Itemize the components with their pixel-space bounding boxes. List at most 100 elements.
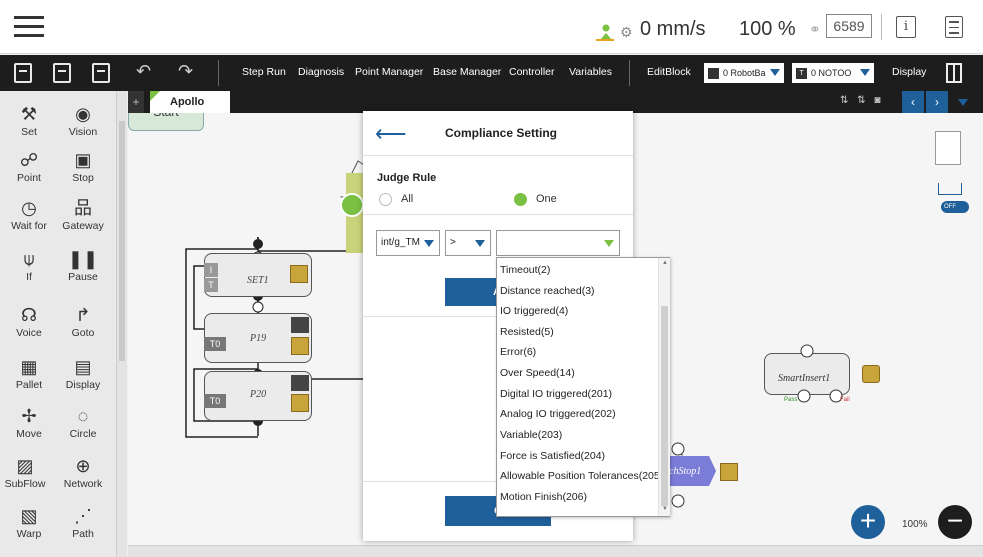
scroll-up-icon[interactable]: ▲ [662,260,668,266]
dropdown-option[interactable]: Variable(203) [500,429,562,441]
edit-badge-icon[interactable] [340,193,364,217]
redo-icon[interactable]: ↷ [178,61,193,82]
palette-item-circle[interactable]: ◌ Circle [58,405,108,440]
palette-item-point[interactable]: ☍ Point [4,149,54,184]
back-arrow-icon[interactable]: ⟵ [375,121,407,147]
divider [363,214,633,215]
tool-icon: T [796,68,807,80]
robot-base-value: 0 RobotBa [723,68,766,78]
p20-point-icon [291,394,309,412]
palette-item-gateway[interactable]: 品 Gateway [58,197,108,232]
palette-item-path[interactable]: ⋰ Path [58,505,108,540]
palette-item-move[interactable]: ✢ Move [4,405,54,440]
info-icon[interactable]: i [896,16,916,38]
divider [218,60,219,86]
set-icon: ⚒ [20,104,38,124]
dropdown-option[interactable]: IO triggered(4) [500,305,568,317]
stop-icon: ▣ [74,150,92,170]
palette-scroll-thumb[interactable] [119,121,125,361]
p20-camera-icon [291,375,309,391]
robot-base-select[interactable]: 0 RobotBa [704,63,784,83]
open-project-icon[interactable] [53,63,71,83]
dropdown-option[interactable]: Resisted(5) [500,326,554,338]
scroll-down-icon[interactable]: ▼ [662,506,668,512]
palette-item-subflow[interactable]: ▨ SubFlow [0,455,50,490]
move-icon: ✢ [21,406,37,426]
layout-icon[interactable] [935,131,961,165]
operator-select[interactable]: > [445,230,491,256]
dropdown-option[interactable]: Timeout(2) [500,264,550,276]
palette-item-vision[interactable]: ◉ Vision [58,103,108,138]
display-button[interactable]: Display [892,66,926,78]
dropdown-scroll-thumb[interactable] [661,306,668,506]
base-manager-button[interactable]: Base Manager [433,66,501,78]
palette-item-warp[interactable]: ▧ Warp [4,505,54,540]
palette-item-pallet[interactable]: ▦ Pallet [4,356,54,391]
zoom-out-button[interactable]: − [938,505,972,539]
vision-icon: ◉ [75,104,91,124]
diagnosis-button[interactable]: Diagnosis [298,66,344,78]
p20-tool-tag: T0 [204,394,226,408]
variable-select-value: int/g_TM [381,237,420,248]
goto-icon: ↱ [75,305,91,325]
tool-select[interactable]: T 0 NOTOO [792,63,874,83]
zoom-in-button[interactable]: + [851,505,885,539]
chevron-down-icon [604,240,614,247]
value-dropdown-list[interactable]: Timeout(2) Distance reached(3) IO trigge… [496,257,670,517]
network-icon: ⊕ [75,456,91,476]
palette-item-stop[interactable]: ▣ Stop [58,149,108,184]
variable-select[interactable]: int/g_TM [376,230,440,256]
divider [881,14,882,40]
palette-item-pause[interactable]: ❚❚ Pause [58,248,108,283]
palette-item-wait-for[interactable]: ◷ Wait for [4,197,54,232]
chevron-down-icon [860,69,870,76]
palette-item-voice[interactable]: ☊ Voice [4,304,54,339]
step-run-button[interactable]: Step Run [242,66,286,78]
operator-select-value: > [450,237,456,248]
dropdown-option[interactable]: Digital IO triggered(201) [500,388,612,400]
controller-button[interactable]: Controller [509,66,555,78]
value-select[interactable] [496,230,620,256]
palette-scrollbar[interactable] [117,91,127,557]
palette-item-goto[interactable]: ↱ Goto [58,304,108,339]
point-node-p20-label: P20 [250,389,267,400]
dropdown-option[interactable]: Error(6) [500,346,536,358]
pass-port-label: Pass [784,397,798,403]
circle-icon: ◌ [77,406,89,426]
pause-icon: ❚❚ [67,249,99,269]
link-nodes-icon[interactable] [938,183,962,195]
dropdown-option[interactable]: Over Speed(14) [500,367,575,379]
point-icon: ☍ [19,150,39,170]
dropdown-option[interactable]: Force is Satisfied(204) [500,450,605,462]
palette-item-set[interactable]: ⚒ Set [4,103,54,138]
dropdown-option[interactable]: Analog IO triggered(202) [500,408,616,420]
point-manager-button[interactable]: Point Manager [355,66,423,78]
dropdown-option[interactable]: Motion Finish(206) [500,491,587,503]
save-project-icon[interactable] [92,63,110,83]
p19-tool-tag: T0 [204,337,226,351]
palette-item-network[interactable]: ⊕ Network [58,455,108,490]
off-toggle[interactable]: OFF [941,201,969,213]
dropdown-option[interactable]: Allowable Position Tolerances(205) [500,470,663,482]
touch-stop-ports [671,442,685,508]
radio-all[interactable] [379,193,392,206]
new-project-icon[interactable] [14,63,32,83]
palette-item-if[interactable]: ⍦ If [4,248,54,283]
menu-icon[interactable] [14,16,44,38]
radio-one[interactable] [514,193,527,206]
set-tag-top: I [204,263,218,277]
gateway-icon: 品 [74,198,92,218]
judge-rule-label: Judge Rule [377,172,437,184]
log-icon[interactable] [945,16,963,38]
undo-icon[interactable]: ↶ [136,61,151,82]
split-view-icon[interactable] [946,63,962,83]
palette-item-display[interactable]: ▤ Display [58,356,108,391]
edit-block-button[interactable]: EditBlock [647,66,691,78]
dialog-title: Compliance Setting [445,126,558,140]
dropdown-scrollbar[interactable]: ▲ ▼ [658,258,670,516]
if-icon: ⍦ [23,249,35,269]
dropdown-option[interactable]: Distance reached(3) [500,285,595,297]
variables-button[interactable]: Variables [569,66,612,78]
speed-percent[interactable]: 100 % [739,18,796,41]
canvas-scrollbar[interactable] [128,545,983,557]
